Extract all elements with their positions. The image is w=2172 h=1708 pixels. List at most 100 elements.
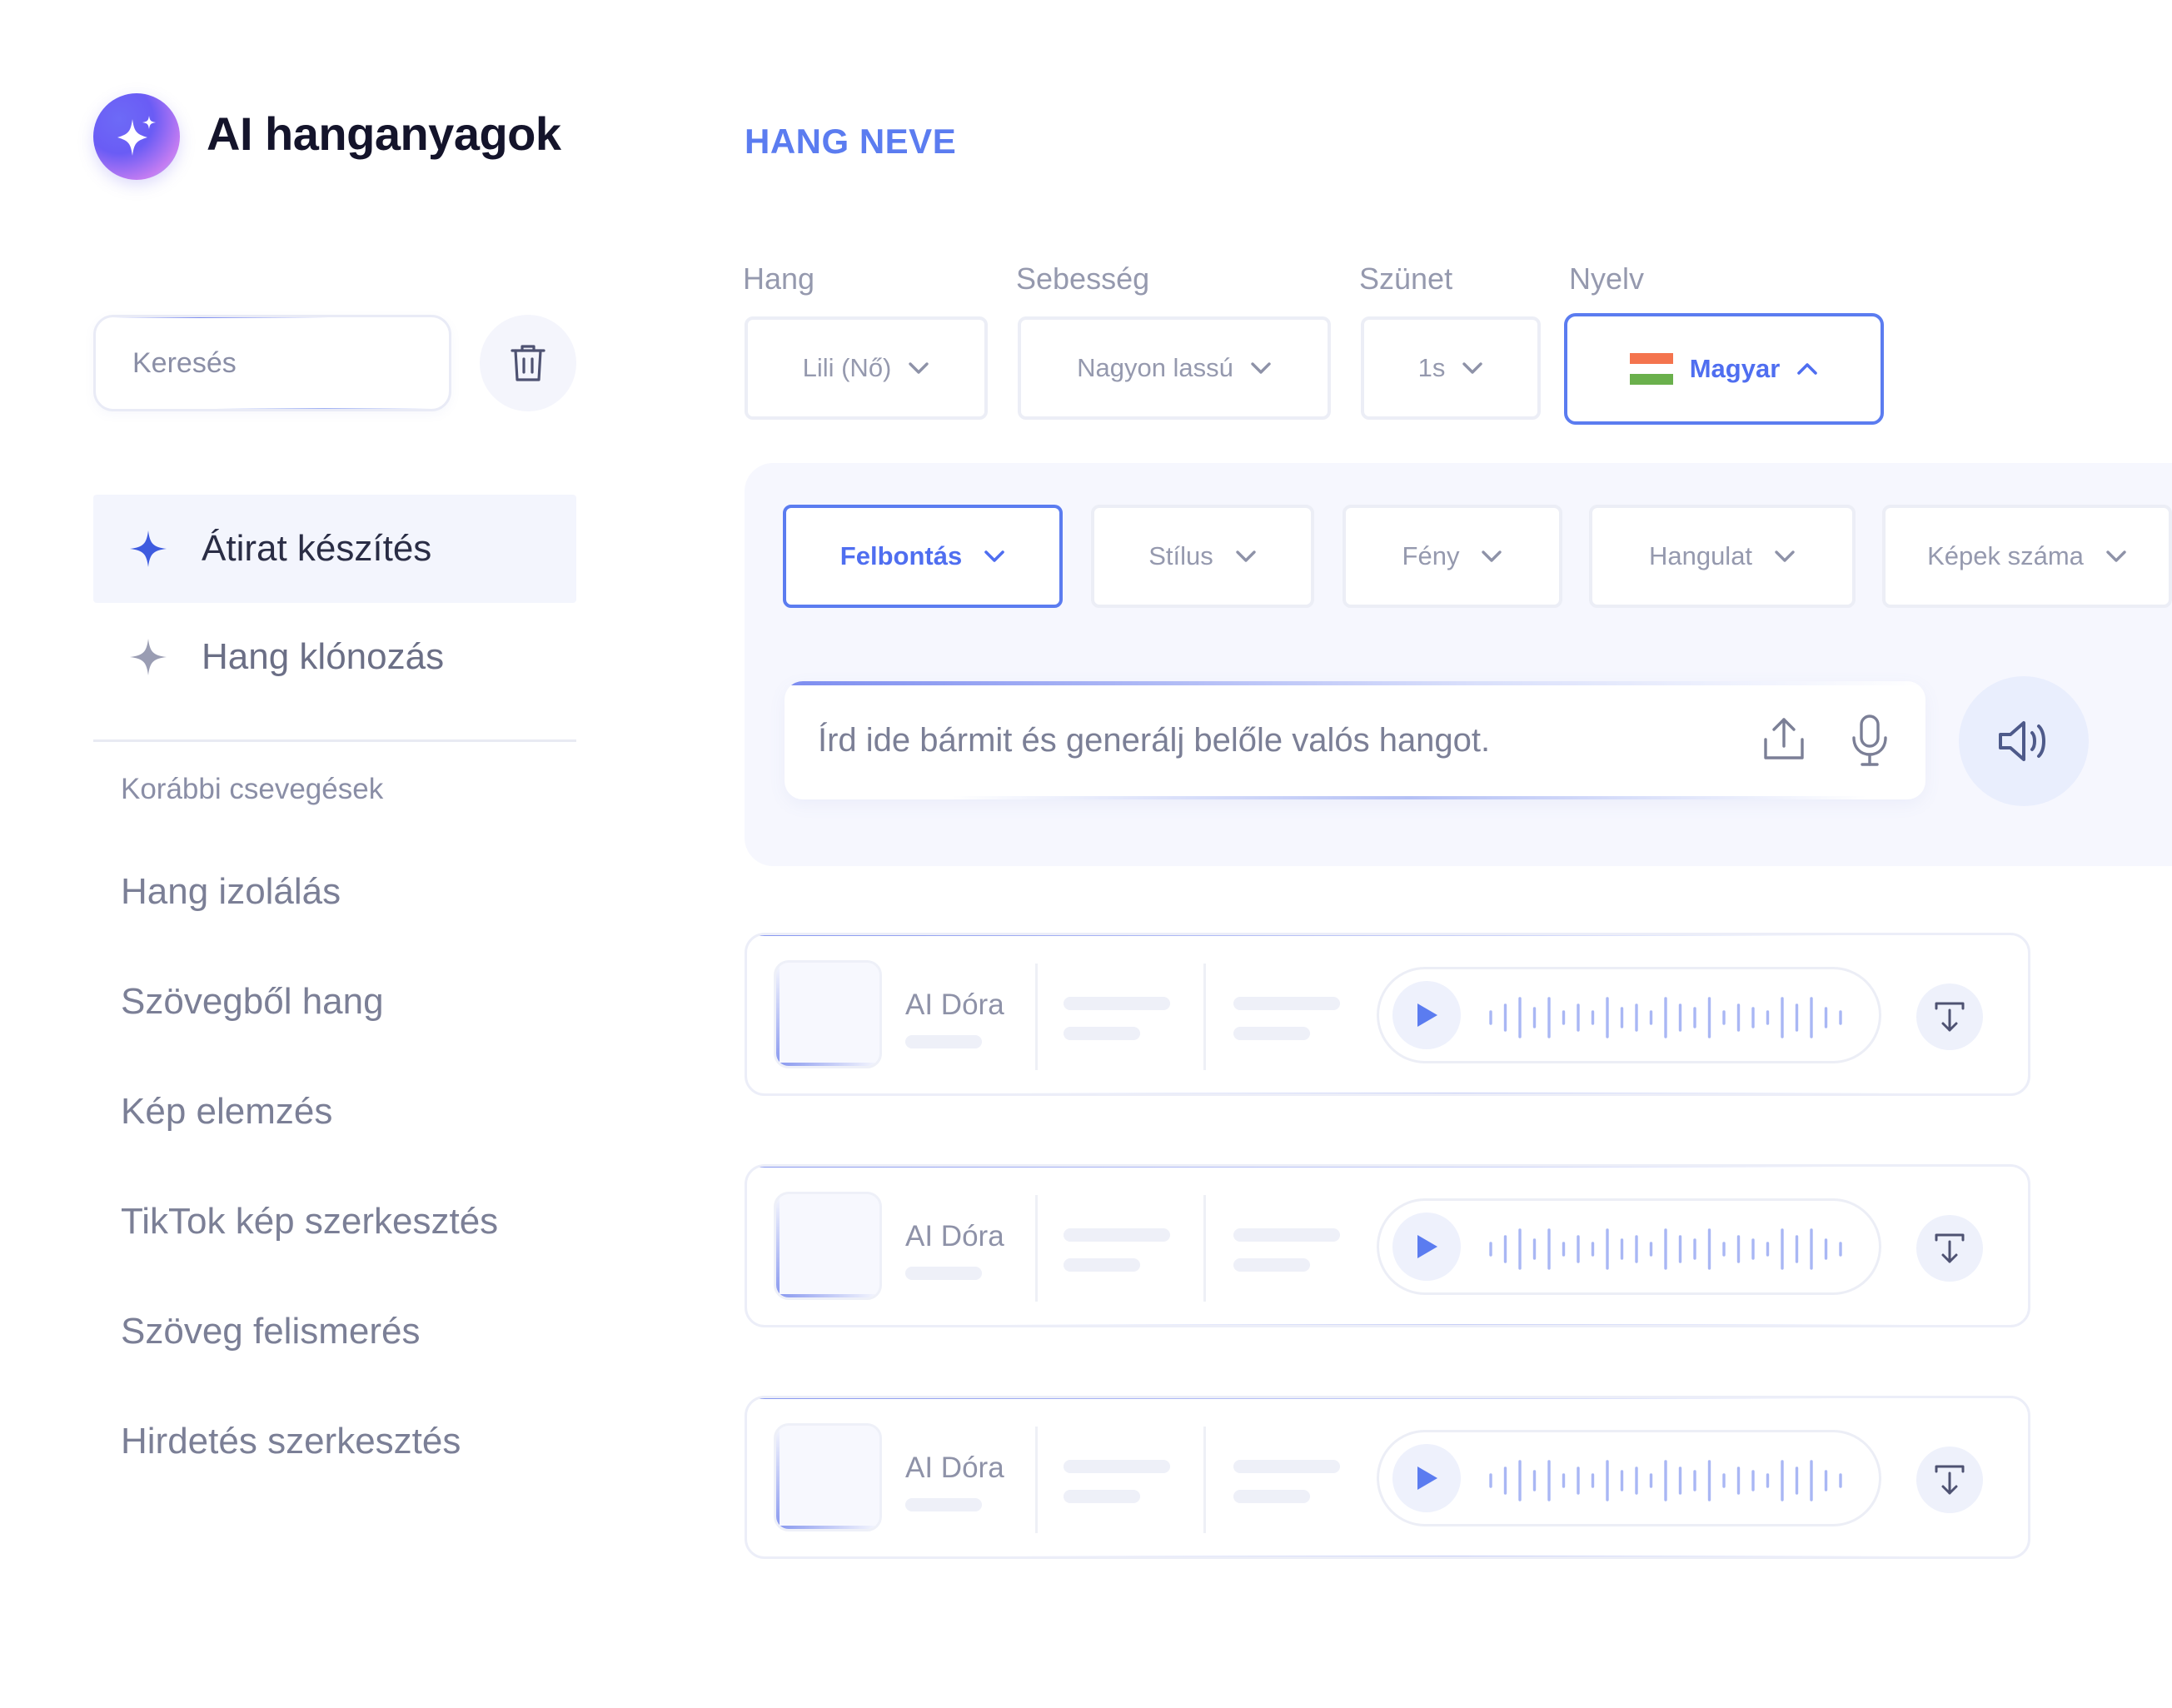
language-label: Nyelv (1569, 261, 1645, 296)
placeholder-line (1064, 997, 1170, 1010)
voice-label: Hang (743, 261, 815, 296)
waveform (1489, 997, 1842, 1038)
chevron-up-icon (1797, 363, 1818, 375)
chevron-down-icon (2106, 550, 2126, 562)
filter-kepek-szama[interactable]: Képek száma (1882, 505, 2172, 608)
placeholder-line (1233, 1460, 1340, 1473)
placeholder-line (1064, 1027, 1140, 1040)
history-item[interactable]: Kép elemzés (121, 1091, 332, 1133)
filter-label: Képek száma (1927, 541, 2084, 570)
filter-stilus[interactable]: Stílus (1091, 505, 1314, 608)
play-icon (1417, 1235, 1437, 1258)
play-button[interactable] (1392, 1213, 1461, 1281)
trash-button[interactable] (480, 315, 576, 411)
chevron-down-icon (1462, 362, 1483, 374)
pause-label: Szünet (1359, 261, 1453, 296)
result-name: AI Dóra (905, 988, 1004, 1021)
upload-icon[interactable] (1759, 715, 1809, 764)
placeholder-line (905, 1035, 982, 1048)
star-icon (130, 639, 167, 675)
filter-hangulat[interactable]: Hangulat (1589, 505, 1856, 608)
brand-logo (93, 93, 180, 180)
filter-felbontas[interactable]: Felbontás (783, 505, 1063, 608)
download-icon (1935, 1465, 1965, 1495)
chevron-down-icon (1236, 550, 1256, 562)
filter-label: Felbontás (839, 541, 963, 570)
row-divider (1035, 1427, 1038, 1533)
play-button[interactable] (1392, 981, 1461, 1049)
placeholder-line (1064, 1460, 1170, 1473)
chevron-down-icon (909, 362, 929, 374)
placeholder-line (905, 1267, 982, 1280)
history-item[interactable]: Hang izolálás (121, 871, 341, 913)
result-thumbnail (774, 960, 882, 1068)
sparkle-icon (117, 116, 156, 156)
result-row[interactable]: AI Dóra (745, 933, 2030, 1096)
history-label: Korábbi csevegések (121, 773, 384, 805)
result-thumbnail (774, 1423, 882, 1531)
speed-select[interactable]: Nagyon lassú (1018, 316, 1331, 420)
prompt-input[interactable]: Írd ide bármit és generálj belőle valós … (785, 681, 1925, 799)
audio-player[interactable] (1377, 1198, 1881, 1295)
history-item[interactable]: TikTok kép szerkesztés (121, 1201, 498, 1242)
history-item[interactable]: Hirdetés szerkesztés (121, 1421, 461, 1462)
placeholder-line (1233, 1258, 1310, 1272)
waveform (1489, 1460, 1842, 1501)
sidebar-item-atirat[interactable]: Átirat készítés (93, 495, 576, 603)
chevron-down-icon (1482, 550, 1502, 562)
download-icon (1935, 1002, 1965, 1032)
history-item[interactable]: Szövegből hang (121, 981, 384, 1023)
row-divider (1203, 1427, 1206, 1533)
row-divider (1035, 1195, 1038, 1302)
download-button[interactable] (1916, 983, 1983, 1050)
result-row[interactable]: AI Dóra (745, 1164, 2030, 1327)
search-input[interactable] (132, 346, 449, 380)
play-button[interactable] (1392, 1444, 1461, 1512)
speaker-icon (1999, 721, 2045, 761)
filter-label: Stílus (1148, 541, 1213, 570)
speed-value: Nagyon lassú (1077, 353, 1233, 382)
result-thumbnail (774, 1192, 882, 1300)
chevron-down-icon (1775, 550, 1795, 562)
voice-value: Lili (Nő) (802, 353, 892, 382)
placeholder-line (1233, 997, 1340, 1010)
star-icon (130, 530, 167, 567)
language-select[interactable]: Magyar (1564, 313, 1884, 425)
result-row[interactable]: AI Dóra (745, 1396, 2030, 1559)
placeholder-line (1233, 1490, 1310, 1503)
brand-title: AI hanganyagok (207, 107, 561, 160)
result-name: AI Dóra (905, 1220, 1004, 1252)
placeholder-line (1064, 1228, 1170, 1242)
audio-player[interactable] (1377, 967, 1881, 1063)
placeholder-line (905, 1498, 982, 1511)
sidebar-item-label: Hang klónozás (202, 636, 445, 677)
microphone-icon[interactable] (1849, 713, 1891, 768)
row-divider (1203, 964, 1206, 1070)
download-button[interactable] (1916, 1447, 1983, 1513)
filter-label: Fény (1402, 541, 1460, 570)
chevron-down-icon (1251, 362, 1271, 374)
waveform (1489, 1228, 1842, 1270)
row-divider (1203, 1195, 1206, 1302)
download-icon (1935, 1233, 1965, 1263)
history-item[interactable]: Szöveg felismerés (121, 1311, 420, 1352)
speed-label: Sebesség (1016, 261, 1150, 296)
result-name: AI Dóra (905, 1452, 1004, 1484)
sidebar-divider (93, 739, 576, 742)
search-box[interactable] (93, 315, 451, 411)
flag-icon (1629, 353, 1673, 386)
download-button[interactable] (1916, 1215, 1983, 1282)
page-title: HANG NEVE (745, 122, 957, 161)
row-divider (1035, 964, 1038, 1070)
filter-label: Hangulat (1648, 541, 1753, 570)
sidebar-item-hang-klonozas[interactable]: Hang klónozás (93, 603, 576, 711)
audio-player[interactable] (1377, 1430, 1881, 1526)
speaker-button[interactable] (1959, 676, 2089, 806)
sidebar-item-label: Átirat készítés (202, 528, 432, 569)
pause-value: 1s (1417, 353, 1446, 382)
pause-select[interactable]: 1s (1361, 316, 1541, 420)
play-icon (1417, 1003, 1437, 1027)
voice-select[interactable]: Lili (Nő) (745, 316, 988, 420)
placeholder-line (1064, 1258, 1140, 1272)
filter-feny[interactable]: Fény (1343, 505, 1562, 608)
